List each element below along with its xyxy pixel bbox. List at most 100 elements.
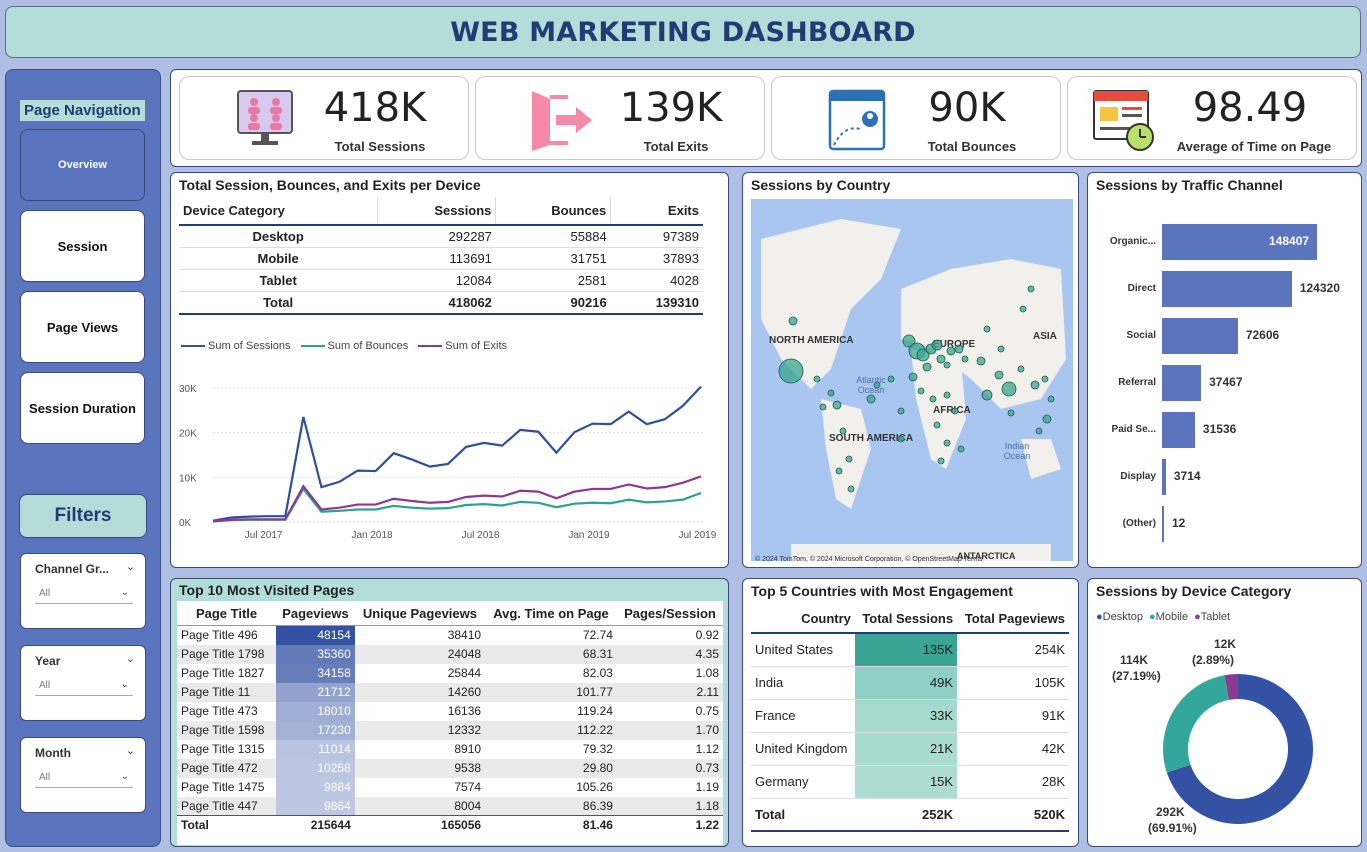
- country-bubble[interactable]: [1041, 375, 1049, 383]
- country-bubble[interactable]: [1007, 409, 1015, 417]
- channel-group-dropdown[interactable]: All ⌄: [35, 584, 133, 604]
- country-bubble[interactable]: [937, 457, 945, 465]
- country-bubble[interactable]: [866, 394, 876, 404]
- country-bubble[interactable]: [961, 355, 969, 363]
- country-bubble[interactable]: [1035, 427, 1043, 435]
- country-bubble[interactable]: [954, 344, 964, 354]
- channel-bar[interactable]: [1162, 412, 1195, 448]
- country-bubble[interactable]: [981, 389, 993, 401]
- table-row[interactable]: United States 135K 254K: [751, 633, 1069, 667]
- country-bubble[interactable]: [1030, 380, 1040, 390]
- col-pageviews[interactable]: Pageviews: [276, 602, 355, 626]
- col-exits[interactable]: Exits: [610, 197, 703, 226]
- col-pages-per-session[interactable]: Pages/Session: [616, 602, 723, 626]
- world-map[interactable]: NORTH AMERICA EUROPE ASIA AFRICA SOUTH A…: [751, 199, 1073, 561]
- country-bubble[interactable]: [897, 435, 905, 443]
- channel-bar[interactable]: [1162, 271, 1292, 307]
- channel-bar[interactable]: [1162, 506, 1164, 542]
- country-bubble[interactable]: [813, 375, 821, 383]
- country-bubble[interactable]: [917, 387, 925, 395]
- country-bubble[interactable]: [908, 372, 918, 382]
- table-row[interactable]: Page Title 11 21712 14260 101.77 2.11: [177, 682, 723, 702]
- month-slicer[interactable]: Month ⌄ All ⌄: [20, 737, 146, 813]
- country-bubble[interactable]: [1027, 285, 1035, 293]
- country-bubble[interactable]: [946, 346, 956, 356]
- country-bubble[interactable]: [994, 370, 1004, 380]
- col-total-sessions[interactable]: Total Sessions: [854, 605, 958, 634]
- country-bubble[interactable]: [936, 354, 946, 364]
- table-row[interactable]: France 33K 91K: [751, 699, 1069, 733]
- table-row[interactable]: Page Title 1475 9884 7574 105.26 1.19: [177, 777, 723, 797]
- channel-bar-row[interactable]: Social 72606: [1090, 318, 1360, 354]
- channel-bar-row[interactable]: Direct 124320: [1090, 271, 1360, 307]
- country-bubble[interactable]: [983, 325, 991, 333]
- col-page-title[interactable]: Page Title: [177, 602, 277, 626]
- country-bubble[interactable]: [819, 403, 827, 411]
- country-bubble[interactable]: [845, 455, 853, 463]
- country-bubble[interactable]: [933, 421, 941, 429]
- nav-overview-button[interactable]: Overview: [20, 129, 145, 201]
- year-dropdown[interactable]: All ⌄: [35, 676, 133, 696]
- country-bubble[interactable]: [1001, 381, 1017, 397]
- donut-slice-mobile[interactable]: [1163, 675, 1229, 773]
- country-bubble[interactable]: [839, 427, 847, 435]
- country-bubble[interactable]: [931, 339, 943, 351]
- country-bubble[interactable]: [832, 400, 842, 410]
- country-bubble[interactable]: [943, 361, 951, 369]
- col-total-pageviews[interactable]: Total Pageviews: [957, 605, 1069, 634]
- table-row[interactable]: Page Title 472 10258 9538 29.80 0.73: [177, 758, 723, 778]
- col-sessions[interactable]: Sessions: [376, 197, 496, 226]
- nav-session-duration-button[interactable]: Session Duration: [20, 372, 145, 444]
- channel-group-slicer[interactable]: Channel Gr... ⌄ All ⌄: [20, 553, 146, 629]
- col-bounces[interactable]: Bounces: [495, 197, 611, 226]
- table-row[interactable]: Page Title 1827 34158 25844 82.03 1.08: [177, 663, 723, 683]
- year-slicer[interactable]: Year ⌄ All ⌄: [20, 645, 146, 721]
- country-bubble[interactable]: [897, 407, 905, 415]
- col-avg-time-on-page[interactable]: Avg. Time on Page: [485, 602, 617, 626]
- country-bubble[interactable]: [887, 375, 895, 383]
- country-bubble[interactable]: [835, 467, 843, 475]
- country-bubble[interactable]: [827, 389, 835, 397]
- table-row[interactable]: Page Title 496 48154 38410 72.74 0.92: [177, 625, 723, 645]
- country-bubble[interactable]: [788, 316, 798, 326]
- col-country[interactable]: Country: [751, 605, 855, 634]
- country-bubble[interactable]: [976, 356, 986, 366]
- country-bubble[interactable]: [997, 345, 1005, 353]
- country-bubble[interactable]: [1017, 365, 1025, 373]
- channel-bar-row[interactable]: Referral 37467: [1090, 365, 1360, 401]
- channel-bar[interactable]: [1162, 318, 1238, 354]
- chevron-down-icon[interactable]: ⌄: [126, 744, 135, 757]
- channel-bar[interactable]: [1162, 459, 1166, 495]
- channel-bar-row[interactable]: (Other) 12: [1090, 506, 1360, 542]
- table-row[interactable]: Page Title 1315 11014 8910 79.32 1.12: [177, 739, 723, 759]
- table-row[interactable]: Page Title 1798 35360 24048 68.31 4.35: [177, 644, 723, 664]
- table-row[interactable]: Page Title 1598 17230 12332 112.22 1.70: [177, 720, 723, 740]
- country-bubble[interactable]: [778, 358, 804, 384]
- table-row[interactable]: India 49K 105K: [751, 666, 1069, 700]
- country-bubble[interactable]: [847, 485, 855, 493]
- table-row[interactable]: United Kingdom 21K 42K: [751, 732, 1069, 766]
- table-row[interactable]: Germany 15K 28K: [751, 765, 1069, 799]
- country-bubble[interactable]: [922, 362, 932, 372]
- country-bubble[interactable]: [929, 395, 937, 403]
- nav-session-button[interactable]: Session: [20, 210, 145, 282]
- nav-page-views-button[interactable]: Page Views: [20, 291, 145, 363]
- table-row[interactable]: Page Title 447 9864 8004 86.39 1.18: [177, 796, 723, 816]
- channel-bar-row[interactable]: Display 3714: [1090, 459, 1360, 495]
- channel-bar-row[interactable]: Organic... 148407: [1090, 224, 1360, 260]
- channel-bar-row[interactable]: Paid Se... 31536: [1090, 412, 1360, 448]
- chevron-down-icon[interactable]: ⌄: [126, 560, 135, 573]
- country-bubble[interactable]: [1047, 395, 1055, 403]
- country-bubble[interactable]: [1042, 414, 1052, 424]
- channel-bar[interactable]: [1162, 365, 1202, 401]
- country-bubble[interactable]: [873, 381, 881, 389]
- country-bubble[interactable]: [943, 391, 951, 399]
- country-bubble[interactable]: [1019, 305, 1027, 313]
- col-device-category[interactable]: Device Category: [179, 197, 378, 226]
- country-bubble[interactable]: [943, 439, 951, 447]
- country-bubble[interactable]: [957, 445, 965, 453]
- col-unique-pageviews[interactable]: Unique Pageviews: [354, 602, 486, 626]
- country-bubble[interactable]: [951, 407, 959, 415]
- month-dropdown[interactable]: All ⌄: [35, 768, 133, 788]
- chevron-down-icon[interactable]: ⌄: [126, 652, 135, 665]
